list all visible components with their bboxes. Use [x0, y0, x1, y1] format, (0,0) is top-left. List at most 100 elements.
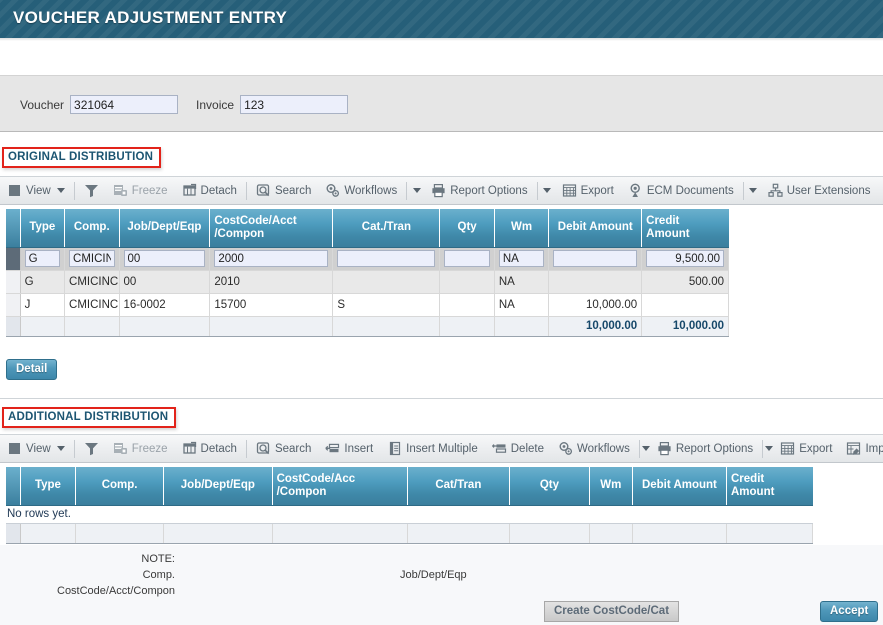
toolbar-item-impor[interactable]: Impor [839, 435, 883, 462]
column-header-qty[interactable]: Qty [509, 467, 590, 506]
cell-wm[interactable]: NA [494, 270, 550, 294]
toolbar-item-workflows[interactable]: Workflows [318, 177, 404, 204]
cell-input-job[interactable] [123, 250, 206, 267]
table-totals-row: 10,000.00 10,000.00 [6, 315, 729, 337]
invoice-input[interactable] [240, 95, 349, 114]
column-header-credit-amount[interactable]: Credit Amount [726, 467, 813, 506]
column-header-costcode-acct-compon[interactable]: CostCode/Acct/Compon [209, 209, 334, 248]
toolbar-item-view[interactable]: View [0, 435, 72, 462]
cell-debit[interactable]: 10,000.00 [548, 293, 643, 317]
column-header-type[interactable]: Type [20, 467, 77, 506]
column-header-wm[interactable]: Wm [494, 209, 550, 248]
cell-job[interactable] [119, 247, 211, 271]
cell-debit[interactable] [548, 270, 643, 294]
toolbar-item-workflows[interactable]: Workflows [551, 435, 637, 462]
column-header-debit-amount[interactable]: Debit Amount [548, 209, 643, 248]
cell-type[interactable]: G [20, 270, 66, 294]
cell-input-qty[interactable] [444, 250, 490, 267]
accept-button[interactable]: Accept [820, 601, 879, 622]
toolbar-item-user-extensions[interactable]: User Extensions [761, 177, 878, 204]
toolbar-item-delete[interactable]: Delete [485, 435, 551, 462]
view-menu-icon [7, 441, 22, 456]
cell-wm[interactable]: NA [494, 293, 550, 317]
column-header-cat-tran[interactable]: Cat./Tran [332, 209, 441, 248]
cell-input-cat[interactable] [337, 250, 436, 267]
cell-cat[interactable] [332, 247, 441, 271]
row-selector-cell[interactable] [6, 247, 21, 271]
toolbar-item-export[interactable]: Export [555, 177, 621, 204]
toolbar-item-filter-icon[interactable] [77, 177, 106, 204]
cell-input-debit[interactable] [553, 250, 638, 267]
chevron-down-icon[interactable] [641, 435, 650, 462]
cell-qty[interactable] [439, 270, 495, 294]
toolbar-original-distribution[interactable]: View Freeze Detach Search Workflows Report Op… [0, 176, 883, 205]
toolbar-item-label: Workflows [344, 184, 398, 197]
column-header-costcode-acc-compon[interactable]: CostCode/Acc/Compon [272, 467, 408, 506]
column-header-comp[interactable]: Comp. [64, 209, 120, 248]
chevron-down-icon[interactable] [540, 177, 555, 204]
column-header-credit-amount[interactable]: Credit Amount [641, 209, 729, 248]
column-header-job-dept-eqp[interactable]: Job/Dept/Eqp [119, 209, 211, 248]
cell-comp[interactable]: CMICINC [64, 293, 120, 317]
chevron-down-icon[interactable] [765, 435, 774, 462]
cell-cat[interactable]: S [332, 293, 441, 317]
cell-credit[interactable] [641, 293, 729, 317]
cell-input-comp[interactable] [69, 250, 115, 267]
chevron-down-icon[interactable] [409, 177, 424, 204]
cell-input-credit[interactable] [646, 250, 724, 267]
row-selector-cell[interactable] [6, 293, 21, 317]
cell-wm[interactable] [494, 247, 550, 271]
table-row[interactable] [6, 247, 729, 271]
create-costcode-cat-button[interactable]: Create CostCode/Cat [544, 601, 680, 622]
cell-qty[interactable] [439, 293, 495, 317]
cell-input-wm[interactable] [498, 250, 545, 267]
toolbar-item-view[interactable]: View [0, 177, 72, 204]
toolbar-item-export[interactable]: Export [773, 435, 839, 462]
ecm-documents-icon [628, 183, 643, 198]
footer-cell-3 [272, 522, 408, 544]
toolbar-item-ecm-documents[interactable]: ECM Documents [621, 177, 741, 204]
column-header-job-dept-eqp[interactable]: Job/Dept/Eqp [163, 467, 273, 506]
cell-job[interactable]: 00 [119, 270, 211, 294]
toolbar-item-search[interactable]: Search [249, 435, 318, 462]
toolbar-item-detach[interactable]: Detach [175, 177, 244, 204]
cell-job[interactable]: 16-0002 [119, 293, 211, 317]
cell-credit[interactable]: 500.00 [641, 270, 729, 294]
cell-type[interactable]: J [20, 293, 66, 317]
cell-costcode[interactable]: 15700 [209, 293, 334, 317]
toolbar-item-report-options[interactable]: Report Options [650, 435, 760, 462]
cell-comp[interactable] [64, 247, 120, 271]
cell-type[interactable] [20, 247, 66, 271]
cell-costcode[interactable]: 2010 [209, 270, 334, 294]
chevron-down-icon[interactable] [746, 177, 761, 204]
cell-input-costcode[interactable] [214, 250, 329, 267]
column-header-type[interactable]: Type [20, 209, 66, 248]
column-header-qty[interactable]: Qty [439, 209, 495, 248]
table-row[interactable]: J CMICINC 16-0002 15700 S NA 10,000.00 [6, 293, 729, 317]
detail-button[interactable]: Detail [6, 359, 58, 380]
toolbar-item-insert-multiple[interactable]: Insert Multiple [380, 435, 485, 462]
export-icon [562, 183, 577, 198]
cell-input-type[interactable] [24, 250, 61, 267]
table-row[interactable]: G CMICINC 00 2010 NA 500.00 [6, 270, 729, 294]
cell-qty[interactable] [439, 247, 495, 271]
cell-credit[interactable] [641, 247, 729, 271]
toolbar-item-insert[interactable]: Insert [318, 435, 380, 462]
toolbar-item-detach[interactable]: Detach [175, 435, 244, 462]
toolbar-item-label: Export [580, 184, 614, 197]
toolbar-item-search[interactable]: Search [249, 177, 318, 204]
cell-costcode[interactable] [209, 247, 334, 271]
cell-comp[interactable]: CMICINC [64, 270, 120, 294]
row-selector-cell[interactable] [6, 270, 21, 294]
column-header-wm[interactable]: Wm [589, 467, 633, 506]
toolbar-additional-distribution[interactable]: View Freeze Detach Search Insert Insert Multi… [0, 434, 883, 463]
column-header-comp[interactable]: Comp. [75, 467, 165, 506]
cell-cat[interactable] [332, 270, 441, 294]
voucher-input[interactable] [70, 95, 179, 114]
column-header-debit-amount[interactable]: Debit Amount [632, 467, 728, 506]
toolbar-item-report-options[interactable]: Report Options [424, 177, 534, 204]
toolbar-item-filter-icon[interactable] [77, 435, 106, 462]
cell-debit[interactable] [548, 247, 643, 271]
view-menu-icon [7, 183, 22, 198]
column-header-cat-tran[interactable]: Cat/Tran [407, 467, 511, 506]
